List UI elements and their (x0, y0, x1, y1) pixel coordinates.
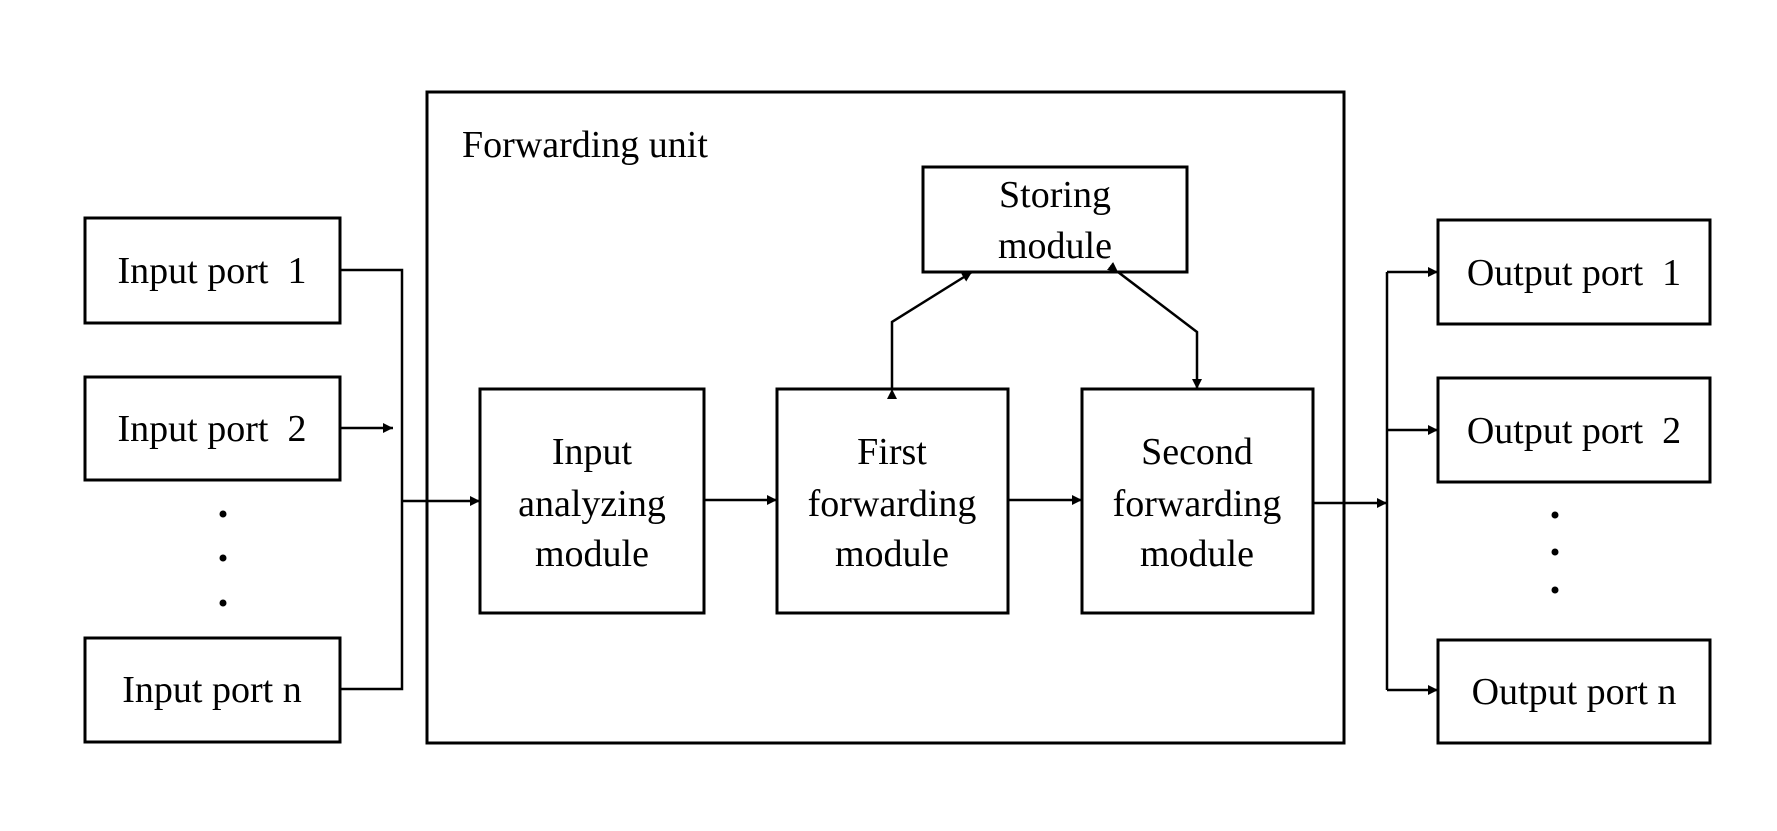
first-forwarding-module: First forwarding module (775, 387, 1010, 615)
ellipsis-dot (219, 554, 227, 562)
first-storing-bidirectional-arrow (887, 270, 973, 399)
output-ellipsis (1551, 511, 1559, 594)
input-port-2-label: Input port 2 (118, 408, 307, 450)
ellipsis-dot (1551, 586, 1559, 594)
input-port-2: Input port 2 (83, 375, 342, 482)
first-forwarding-line-3: module (835, 533, 949, 575)
second-forwarding-line-3: module (1140, 533, 1254, 575)
output-bus (1313, 267, 1438, 695)
ellipsis-dot (219, 510, 227, 518)
input-port-n-label: Input port n (122, 669, 301, 711)
input-port-n: Input port n (83, 636, 342, 744)
second-forwarding-line-2: forwarding (1113, 483, 1282, 525)
input-bus (340, 268, 480, 691)
forwarding-unit-title: Forwarding unit (462, 124, 708, 166)
output-port-1: Output port 1 (1436, 218, 1712, 326)
storing-module: Storing module (921, 165, 1189, 274)
ellipsis-dot (219, 599, 227, 607)
second-storing-bidirectional-arrow (1107, 261, 1202, 389)
input-bus-line (340, 268, 404, 691)
second-forwarding-module: Second forwarding module (1080, 387, 1315, 615)
output-port-n-label: Output port n (1472, 671, 1677, 713)
input-port-1: Input port 1 (83, 216, 342, 325)
storing-module-line-2: module (998, 225, 1112, 267)
input-ellipsis (219, 510, 227, 607)
output-port-n: Output port n (1436, 638, 1712, 745)
output-port-2-label: Output port 2 (1467, 410, 1681, 452)
first-forwarding-line-2: forwarding (808, 483, 977, 525)
forwarding-diagram: Input port 1 Input port 2 Input port n F… (83, 90, 1712, 745)
first-forwarding-line-1: First (857, 431, 927, 473)
output-port-1-label: Output port 1 (1467, 252, 1681, 294)
input-analyzing-line-1: Input (552, 431, 633, 473)
second-forwarding-line-1: Second (1141, 431, 1253, 473)
output-port-2: Output port 2 (1436, 376, 1712, 484)
input-analyzing-module: Input analyzing module (478, 387, 706, 615)
storing-module-line-1: Storing (999, 174, 1111, 216)
ellipsis-dot (1551, 548, 1559, 556)
ellipsis-dot (1551, 511, 1559, 519)
input-analyzing-line-2: analyzing (518, 483, 666, 525)
input-port-1-label: Input port 1 (118, 250, 307, 292)
input-analyzing-line-3: module (535, 533, 649, 575)
